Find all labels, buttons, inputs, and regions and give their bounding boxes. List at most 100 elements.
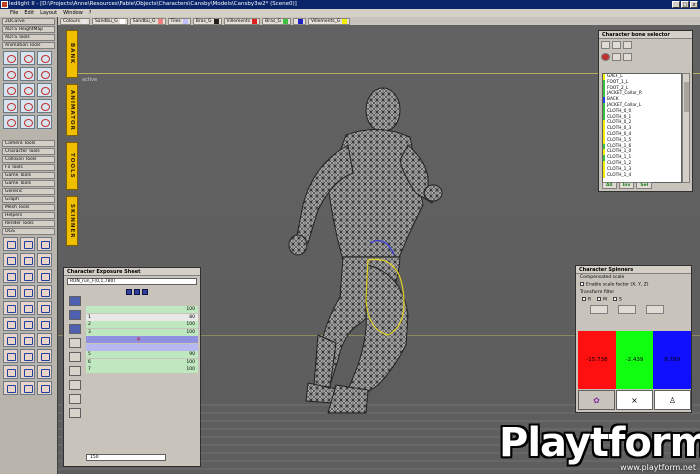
menu-file[interactable]: File xyxy=(10,10,18,16)
filter-r[interactable]: R xyxy=(582,296,591,302)
ogs-tool-icon[interactable] xyxy=(20,365,35,379)
ogs-tool-icon[interactable] xyxy=(37,381,52,395)
filter-m-checkbox[interactable] xyxy=(597,296,602,301)
animation-tool-icon[interactable] xyxy=(20,115,35,129)
select-button[interactable]: Sel xyxy=(636,182,653,189)
exposure-track-row[interactable]: 100 xyxy=(86,306,198,313)
animation-tool-icon[interactable] xyxy=(20,99,35,113)
walk-icon[interactable] xyxy=(69,352,81,362)
color-layer-item[interactable]: Bras_G xyxy=(262,17,291,25)
ogs-tool-icon[interactable] xyxy=(37,269,52,283)
tool-category[interactable]: OGS xyxy=(2,228,55,235)
color-layer-item[interactable]: Villements_G xyxy=(307,17,351,25)
ogs-tool-icon[interactable] xyxy=(37,317,52,331)
bone-list[interactable]: GALF_L FOOT_1_L FOOT_2_L JACKET_Collar_R BAC… xyxy=(602,73,682,183)
ogs-tool-icon[interactable] xyxy=(20,253,35,267)
rotate-mode-icon[interactable] xyxy=(590,305,608,314)
tool-category[interactable]: ADTS HeightMap xyxy=(2,26,55,33)
filter-tool-icon[interactable] xyxy=(623,41,632,49)
exposure-track-row[interactable]: 3 100 xyxy=(86,328,198,336)
bone-list-item[interactable]: CLOTH_1_4 xyxy=(603,172,681,179)
select-all-button[interactable]: All xyxy=(602,182,617,189)
exposure-track-row[interactable]: ✕ xyxy=(86,336,198,343)
tab-skinner[interactable]: SKINNER xyxy=(66,196,78,246)
ogs-tool-icon[interactable] xyxy=(20,333,35,347)
ogs-tool-icon[interactable] xyxy=(37,237,52,251)
tool-category[interactable]: 2DCurve xyxy=(2,18,55,25)
ogs-tool-icon[interactable] xyxy=(20,317,35,331)
tab-tools[interactable]: TOOLS xyxy=(66,142,78,190)
frame-field[interactable]: 150 xyxy=(86,454,166,461)
color-layer-item[interactable]: Bras_G xyxy=(192,17,222,25)
ogs-tool-icon[interactable] xyxy=(37,285,52,299)
ogs-tool-icon[interactable] xyxy=(3,237,18,251)
filter-r-checkbox[interactable] xyxy=(582,296,586,301)
tool-category[interactable]: Camera Tools xyxy=(2,140,55,147)
tool-category[interactable]: Collision Tools xyxy=(2,156,55,163)
filter-s-checkbox[interactable] xyxy=(613,296,618,301)
link-tool-icon[interactable] xyxy=(612,41,621,49)
tool-category[interactable]: Fx Tools xyxy=(2,164,55,171)
ogs-tool-icon[interactable] xyxy=(20,269,35,283)
animation-name-field[interactable]: RUN_run_F(0,1,780) xyxy=(67,278,197,285)
close-button[interactable]: x xyxy=(690,1,698,8)
layer-icon[interactable] xyxy=(69,310,81,320)
tool-category[interactable]: Game Tools xyxy=(2,180,55,187)
ogs-tool-icon[interactable] xyxy=(37,365,52,379)
run-icon[interactable] xyxy=(69,366,81,376)
exposure-track-row[interactable] xyxy=(86,343,198,351)
ogs-tool-icon[interactable] xyxy=(3,333,18,347)
ogs-tool-icon[interactable] xyxy=(20,301,35,315)
animation-tool-icon[interactable] xyxy=(3,115,18,129)
y-spinner[interactable]: -2.439 xyxy=(615,331,654,389)
view-tool-icon[interactable] xyxy=(623,53,632,61)
tool-category[interactable]: Render Tools xyxy=(2,220,55,227)
animation-tool-icon[interactable] xyxy=(20,83,35,97)
tab-animator[interactable]: ANIMATOR xyxy=(66,84,78,136)
ogs-tool-icon[interactable] xyxy=(37,301,52,315)
filter-s[interactable]: S xyxy=(613,296,622,302)
ogs-tool-icon[interactable] xyxy=(3,349,18,363)
link-icon[interactable]: ✿ xyxy=(578,390,615,410)
exposure-track-row[interactable]: 7 100 xyxy=(86,366,198,373)
ogs-tool-icon[interactable] xyxy=(3,381,18,395)
color-layer-item[interactable] xyxy=(292,17,306,25)
ogs-tool-icon[interactable] xyxy=(3,365,18,379)
bone-list-scrollbar[interactable] xyxy=(682,73,690,183)
animation-tool-icon[interactable] xyxy=(37,67,52,81)
invert-selection-button[interactable]: Inv xyxy=(618,182,635,189)
animation-tool-icon[interactable] xyxy=(37,51,52,65)
record-icon[interactable] xyxy=(601,53,610,61)
ogs-tool-icon[interactable] xyxy=(20,349,35,363)
minimize-button[interactable]: _ xyxy=(672,1,680,8)
tool-category[interactable]: Generic xyxy=(2,188,55,195)
film-icon[interactable] xyxy=(69,296,81,306)
ogs-tool-icon[interactable] xyxy=(3,253,18,267)
ogs-tool-icon[interactable] xyxy=(3,285,18,299)
grid-icon[interactable] xyxy=(69,338,81,348)
color-layer-item[interactable]: Sandbu_G xyxy=(91,17,128,25)
ogs-tool-icon[interactable] xyxy=(37,349,52,363)
x-spinner[interactable]: -15.738 xyxy=(578,331,616,389)
color-layer-item[interactable]: Sandbu_G xyxy=(129,17,166,25)
animation-tool-icon[interactable] xyxy=(37,83,52,97)
tool-category[interactable]: Game Tools xyxy=(2,172,55,179)
delete-icon[interactable] xyxy=(142,289,148,295)
ogs-tool-icon[interactable] xyxy=(3,301,18,315)
menu-layout[interactable]: Layout xyxy=(40,10,57,16)
ogs-tool-icon[interactable] xyxy=(3,269,18,283)
ogs-tool-icon[interactable] xyxy=(3,317,18,331)
exposure-track-row[interactable]: 1 80 xyxy=(86,313,198,321)
color-layer-item[interactable]: Villements xyxy=(223,17,261,25)
color-layer-item[interactable]: Colours xyxy=(60,17,90,25)
animation-tool-icon[interactable] xyxy=(37,115,52,129)
reset-button[interactable]: × xyxy=(616,390,653,410)
animation-tool-icon[interactable] xyxy=(3,67,18,81)
enable-scale-checkbox[interactable] xyxy=(580,282,584,286)
ogs-tool-icon[interactable] xyxy=(20,285,35,299)
enable-scale-row[interactable]: Enable scale factor (X, Y, Z) xyxy=(576,281,691,289)
key-icon[interactable] xyxy=(69,394,81,404)
ogs-tool-icon[interactable] xyxy=(20,237,35,251)
animation-tool-icon[interactable] xyxy=(20,51,35,65)
move-up-icon[interactable] xyxy=(126,289,132,295)
